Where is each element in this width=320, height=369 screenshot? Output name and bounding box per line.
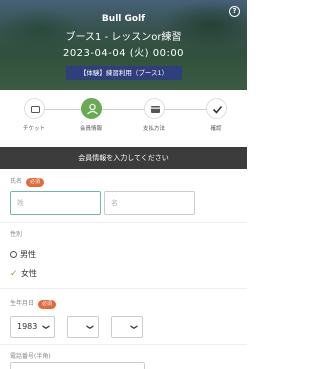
birth-month-select[interactable]: ❯: [67, 316, 99, 338]
divider: [0, 344, 247, 345]
gender-option-female[interactable]: ✓ 女性: [10, 268, 37, 279]
required-badge: 必須: [38, 300, 57, 309]
radio-icon: [10, 251, 17, 258]
option-label: 男性: [20, 250, 36, 259]
person-icon: [80, 98, 102, 119]
gender-option-male[interactable]: 男性: [10, 249, 36, 260]
chevron-down-icon: ❯: [42, 324, 51, 330]
birth-year-select[interactable]: 1983 ❯: [10, 316, 55, 338]
step-confirm: 確認: [186, 98, 246, 132]
step-payment: 支払方法: [124, 98, 184, 132]
gender-label: 性別: [10, 231, 23, 238]
birth-label: 生年月日: [10, 300, 35, 307]
chevron-down-icon: ❯: [130, 324, 139, 330]
step-member-info: 会員情報: [61, 98, 121, 132]
divider: [0, 288, 247, 289]
option-label: 女性: [21, 269, 37, 278]
divider: [0, 222, 247, 223]
step-label: チケット: [22, 126, 45, 132]
phone-input[interactable]: [10, 362, 145, 369]
step-label: 会員情報: [79, 126, 102, 132]
plan-badge: 【体験】練習利用（ブース1）: [66, 66, 182, 80]
required-badge: 必須: [26, 178, 45, 187]
birth-year-value: 1983: [17, 322, 38, 331]
name-label-row: 氏名 必須: [10, 176, 45, 187]
birth-day-select[interactable]: ❯: [111, 316, 143, 338]
last-name-input[interactable]: 姓: [10, 191, 101, 215]
phone-label: 電話番号(半角): [10, 353, 51, 360]
instruction-banner: 会員情報を入力してください: [0, 147, 247, 169]
step-label: 支払方法: [142, 126, 165, 132]
chevron-down-icon: ❯: [86, 324, 95, 330]
reservation-datetime: 2023-04-04 (火) 00:00: [62, 48, 185, 59]
booth-subtitle: ブース1 - レッスンor練習: [65, 32, 182, 43]
step-ticket: チケット: [4, 98, 64, 132]
step-label: 確認: [210, 126, 222, 132]
name-label: 氏名: [10, 178, 23, 185]
first-name-input[interactable]: 名: [104, 191, 195, 215]
ticket-icon: [23, 98, 45, 119]
hero-header: ? Bull Golf ブース1 - レッスンor練習 2023-04-04 (…: [0, 0, 247, 90]
progress-steps: チケット 会員情報 支払方法 確認: [0, 98, 247, 138]
card-icon: [143, 98, 165, 119]
shop-title: Bull Golf: [101, 14, 146, 24]
checkmark-icon: ✓: [10, 269, 18, 279]
check-icon: [205, 98, 227, 119]
birth-label-row: 生年月日 必須: [10, 298, 57, 309]
